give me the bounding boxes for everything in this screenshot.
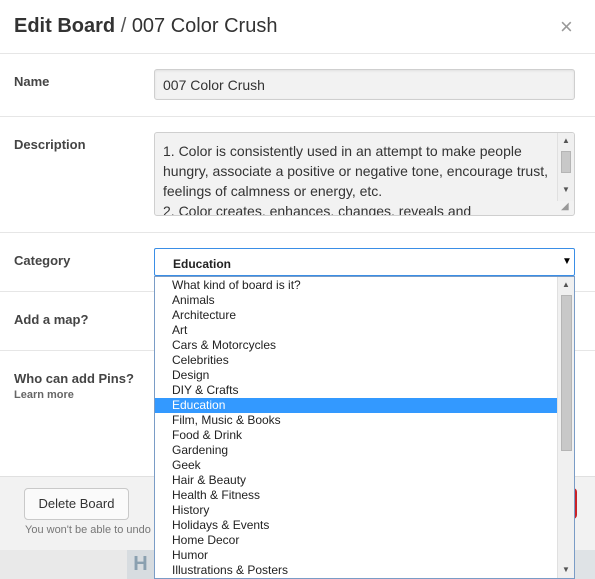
category-option[interactable]: Art: [155, 323, 558, 338]
category-option[interactable]: What kind of board is it?: [155, 278, 558, 293]
category-option[interactable]: Geek: [155, 458, 558, 473]
description-scrollbar[interactable]: ▲ ▼: [557, 133, 574, 201]
category-option[interactable]: Home Decor: [155, 533, 558, 548]
board-name-input[interactable]: 007 Color Crush: [154, 69, 575, 100]
dialog-title-main: Edit Board: [14, 15, 116, 37]
dialog-title: Edit Board / 007 Color Crush: [14, 15, 277, 38]
who-can-add-label: Who can add Pins?: [14, 371, 134, 386]
scroll-down-icon[interactable]: ▼: [562, 565, 570, 574]
dialog-title-board-name: 007 Color Crush: [131, 15, 278, 37]
background-page-edge: [575, 550, 595, 579]
dropdown-scrollbar[interactable]: ▲ ▼: [557, 277, 574, 578]
category-option[interactable]: Illustrations & Posters: [155, 563, 558, 578]
category-option[interactable]: Humor: [155, 548, 558, 563]
category-option[interactable]: Gardening: [155, 443, 558, 458]
description-text: 1. Color is consistently used in an atte…: [163, 143, 548, 216]
category-option[interactable]: DIY & Crafts: [155, 383, 558, 398]
learn-more-link[interactable]: Learn more: [14, 389, 74, 401]
category-option[interactable]: Holidays & Events: [155, 518, 558, 533]
category-dropdown-list[interactable]: What kind of board is it? Animals Architec…: [154, 276, 575, 579]
scrollbar-thumb[interactable]: [561, 295, 572, 451]
category-label: Category: [14, 253, 71, 268]
category-option[interactable]: History: [155, 503, 558, 518]
description-textarea[interactable]: 1. Color is consistently used in an atte…: [154, 132, 575, 216]
scroll-up-icon[interactable]: ▲: [562, 136, 570, 145]
map-label: Add a map?: [14, 312, 89, 327]
edit-board-dialog: Edit Board / 007 Color Crush × Name 007 …: [0, 0, 595, 579]
category-option[interactable]: Food & Drink: [155, 428, 558, 443]
description-label: Description: [14, 137, 86, 152]
category-select[interactable]: Education ▼: [154, 248, 575, 276]
category-option[interactable]: Hair & Beauty: [155, 473, 558, 488]
resize-handle-icon[interactable]: ◢: [561, 202, 573, 214]
close-icon[interactable]: ×: [560, 16, 573, 38]
category-option[interactable]: Design: [155, 368, 558, 383]
category-option[interactable]: Cars & Motorcycles: [155, 338, 558, 353]
category-option[interactable]: Celebrities: [155, 353, 558, 368]
category-option[interactable]: Film, Music & Books: [155, 413, 558, 428]
category-option[interactable]: Health & Fitness: [155, 488, 558, 503]
scrollbar-thumb[interactable]: [561, 151, 571, 173]
category-option[interactable]: Architecture: [155, 308, 558, 323]
background-logo-fragment: H: [127, 550, 154, 579]
category-option[interactable]: Animals: [155, 293, 558, 308]
delete-warning-text: You won't be able to undo: [25, 524, 151, 536]
chevron-down-icon[interactable]: ▼: [562, 256, 572, 267]
name-label: Name: [14, 74, 50, 89]
dialog-header: Edit Board / 007 Color Crush ×: [0, 0, 595, 54]
title-separator: /: [120, 15, 127, 37]
category-selected-value: Education: [173, 257, 232, 271]
category-option[interactable]: Education: [155, 398, 558, 413]
scroll-up-icon[interactable]: ▲: [562, 280, 570, 289]
scroll-down-icon[interactable]: ▼: [562, 185, 570, 194]
delete-board-button[interactable]: Delete Board: [24, 488, 129, 520]
